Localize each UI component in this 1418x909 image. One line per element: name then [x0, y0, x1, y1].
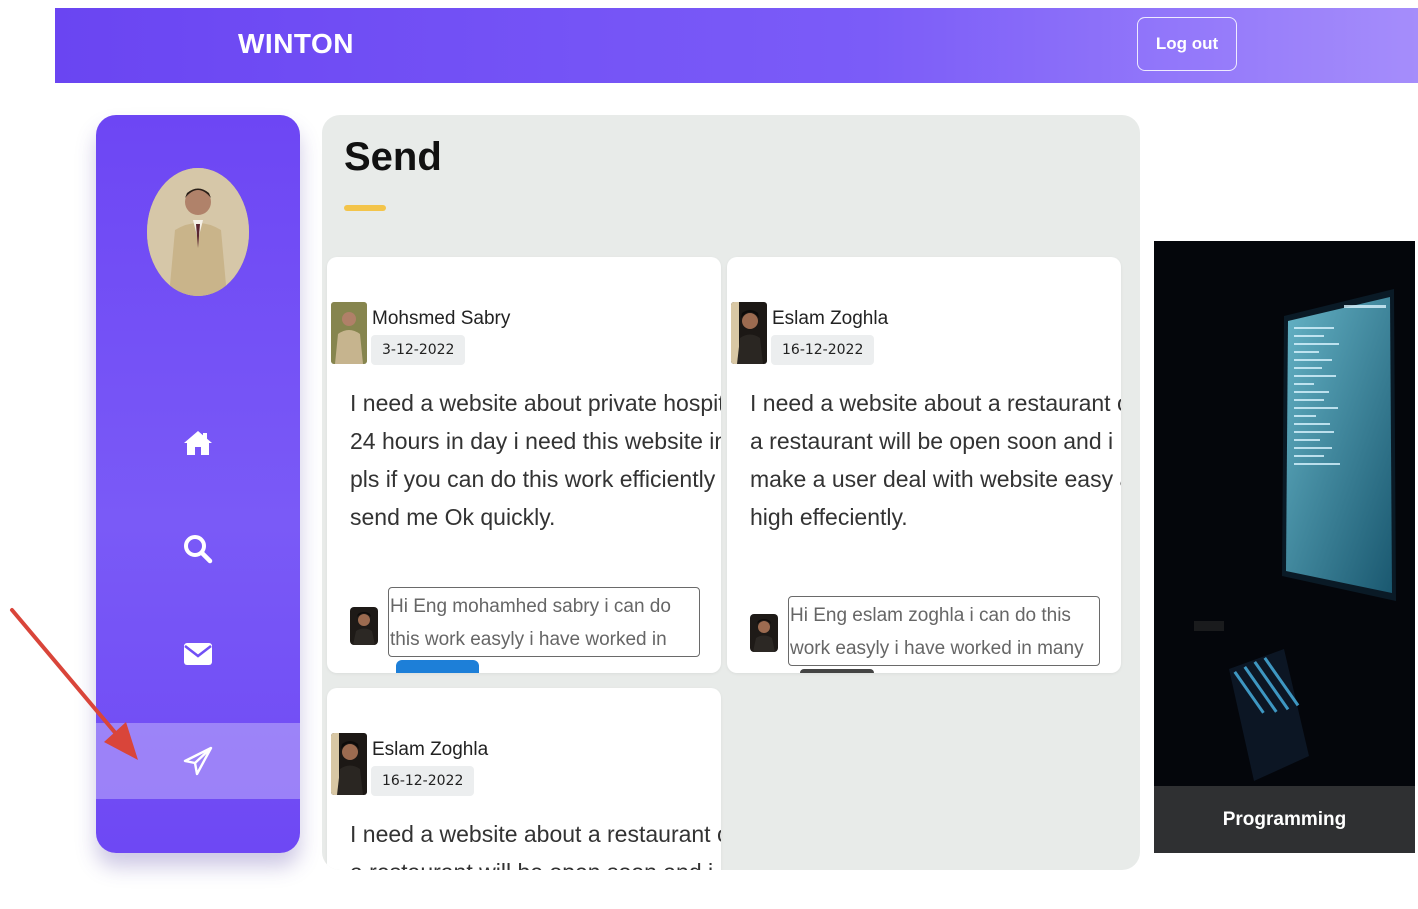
text-line: I need a website about a restaurant of [350, 821, 721, 847]
profile-avatar[interactable] [147, 168, 249, 296]
reply-avatar [350, 607, 378, 645]
brand-logo[interactable]: WINTON [238, 28, 354, 60]
request-card: Mohsmed Sabry 3-12-2022 I need a website… [327, 257, 721, 673]
text-line: high effeciently. [750, 504, 908, 530]
request-text: I need a website about a restaurant of a… [750, 384, 1121, 536]
sidebar-item-home[interactable] [96, 405, 300, 481]
text-line: a restaurant will be open soon and i ne [750, 428, 1121, 454]
text-line: a restaurant will be open soon and i ne [350, 853, 721, 870]
text-line: send me Ok quickly. [350, 504, 556, 530]
user-name: Mohsmed Sabry [372, 308, 511, 329]
user-avatar[interactable] [331, 733, 367, 795]
post-date: 16-12-2022 [771, 335, 875, 365]
sidebar [96, 115, 300, 853]
title-underline [344, 205, 386, 211]
user-avatar[interactable] [331, 302, 367, 364]
logout-button[interactable]: Log out [1137, 17, 1237, 71]
paper-plane-icon [183, 746, 213, 776]
text-line: make a user deal with website easy an [750, 466, 1121, 492]
text-line: 24 hours in day i need this website in 3 [350, 428, 721, 454]
sidebar-item-send[interactable] [96, 723, 300, 799]
category-label: Programming [1154, 786, 1415, 853]
text-line: I need a website about a restaurant of [750, 390, 1121, 416]
reply-input[interactable]: Hi Eng mohamhed sabry i can do this work… [388, 587, 700, 657]
submit-reply-button[interactable] [396, 660, 479, 673]
user-name: Eslam Zoghla [372, 739, 489, 760]
programming-photo [1154, 241, 1415, 786]
post-date: 3-12-2022 [371, 335, 466, 365]
request-text: I need a website about a restaurant of a… [350, 815, 721, 870]
envelope-icon [184, 643, 212, 665]
send-panel: Send Mohsmed Sabry 3-12-2022 I need a we… [322, 115, 1140, 870]
search-icon [184, 535, 213, 564]
reply-input[interactable]: Hi Eng eslam zoghla i can do this work e… [788, 596, 1100, 666]
user-name: Eslam Zoghla [772, 308, 889, 329]
sidebar-item-messages[interactable] [96, 616, 300, 692]
request-card: Eslam Zoghla 16-12-2022 I need a website… [727, 257, 1121, 673]
user-avatar[interactable] [731, 302, 767, 364]
request-text: I need a website about private hospital … [350, 384, 721, 536]
page-title: Send [344, 135, 442, 179]
text-line: I need a website about private hospital [350, 390, 721, 416]
post-date: 16-12-2022 [371, 766, 475, 796]
reply-avatar [750, 614, 778, 652]
submit-reply-button[interactable] [800, 669, 874, 673]
text-line: pls if you can do this work efficiently [350, 466, 716, 492]
request-card: Eslam Zoghla 16-12-2022 I need a website… [327, 688, 721, 870]
programming-category-card[interactable]: Programming [1154, 241, 1415, 853]
sidebar-item-search[interactable] [96, 511, 300, 587]
top-navbar: WINTON Log out [55, 8, 1418, 83]
home-icon [184, 431, 212, 455]
